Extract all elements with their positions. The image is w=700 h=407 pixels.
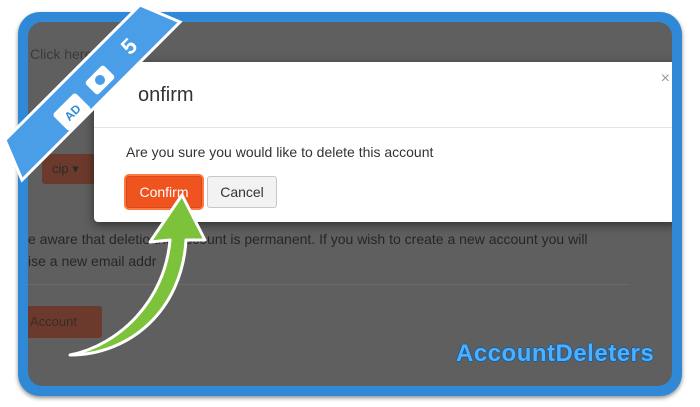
confirm-dialog: onfirm × Are you sure you would like to … — [94, 62, 672, 222]
dialog-message: Are you sure you would like to delete th… — [126, 144, 434, 160]
warning-line-1: e aware that deletio the account is perm… — [28, 231, 588, 247]
background-dropdown: cip ▾ — [42, 154, 102, 184]
screenshot-area: Click here to cip ▾ e aware that deletio… — [28, 22, 672, 386]
warning-line-2: ise a new email addr — [28, 253, 157, 269]
click-here-text: Click here to — [30, 46, 108, 62]
close-icon[interactable]: × — [661, 70, 670, 88]
dialog-divider — [94, 127, 672, 128]
brand-logo-text: AccountDeleters — [456, 340, 655, 367]
cancel-button[interactable]: Cancel — [207, 176, 277, 208]
tutorial-frame: Click here to cip ▾ e aware that deletio… — [18, 12, 682, 396]
permanent-deletion-warning: e aware that deletio the account is perm… — [28, 228, 638, 272]
dialog-title: onfirm — [138, 84, 194, 106]
background-dropdown-label: cip — [52, 161, 69, 176]
confirm-button[interactable]: Confirm — [126, 176, 202, 208]
divider — [28, 284, 628, 285]
delete-account-button[interactable]: Account — [28, 306, 102, 338]
